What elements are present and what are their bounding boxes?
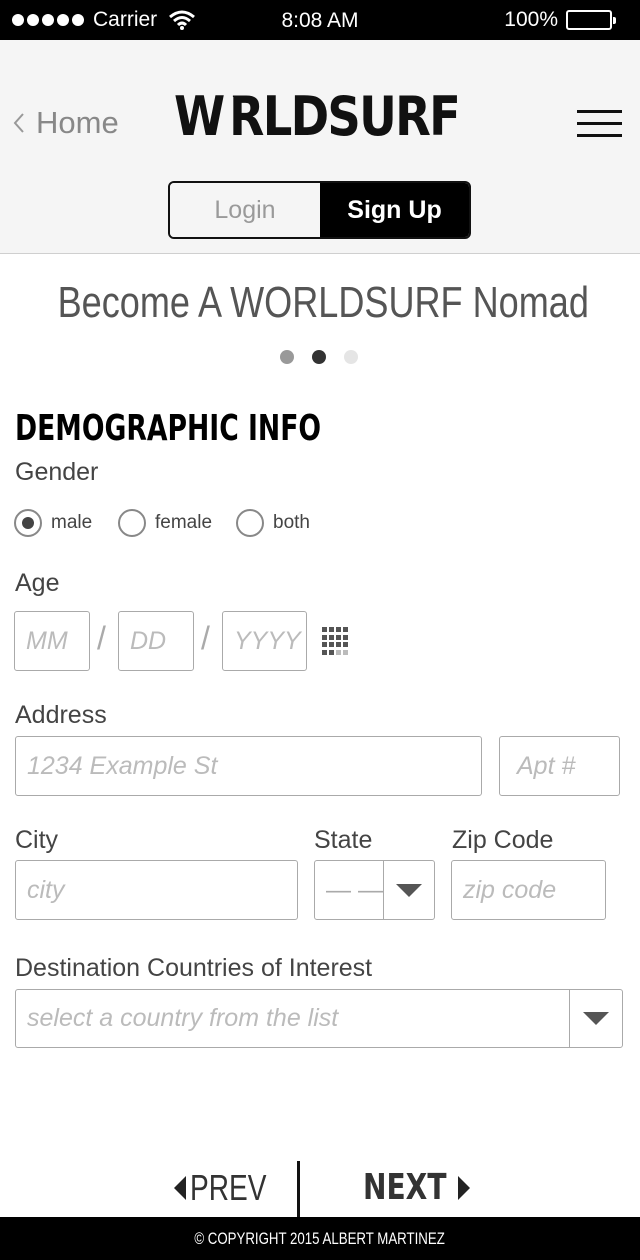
tab-login[interactable]: Login bbox=[170, 183, 320, 237]
zip-label: Zip Code bbox=[452, 826, 554, 854]
address-label: Address bbox=[15, 701, 107, 729]
next-button[interactable]: NEXT bbox=[363, 1167, 471, 1208]
status-bar: Carrier 8:08 AM 100% bbox=[0, 0, 640, 40]
status-right: 100% bbox=[504, 8, 616, 32]
footer: © COPYRIGHT 2015 ALBERT MARTINEZ bbox=[0, 1217, 640, 1260]
next-label: NEXT bbox=[363, 1167, 447, 1208]
countries-label: Destination Countries of Interest bbox=[15, 954, 373, 982]
step-indicator bbox=[280, 350, 358, 364]
country-select[interactable]: select a country from the list bbox=[15, 989, 571, 1048]
step-dot-2 bbox=[312, 350, 326, 364]
gender-option-male[interactable]: male bbox=[14, 509, 92, 537]
page-title: Become A WORLDSURF Nomad bbox=[57, 278, 589, 327]
app-header: Home W RLDSURF Login Sign Up bbox=[0, 40, 640, 254]
battery-percent: 100% bbox=[504, 8, 558, 31]
chevron-down-icon bbox=[396, 883, 422, 897]
prev-button[interactable]: PREV bbox=[174, 1167, 288, 1209]
copyright-text: © COPYRIGHT 2015 ALBERT MARTINEZ bbox=[194, 1228, 446, 1248]
radio-unchecked-icon bbox=[118, 509, 146, 537]
section-title: DEMOGRAPHIC INFO bbox=[15, 408, 322, 449]
back-home-link[interactable]: Home bbox=[12, 105, 119, 141]
birth-day-input[interactable]: DD bbox=[118, 611, 194, 671]
gender-label: Gender bbox=[15, 458, 99, 486]
gender-option-label: both bbox=[273, 512, 310, 533]
age-label: Age bbox=[15, 569, 60, 597]
date-separator: / bbox=[201, 620, 210, 656]
hamburger-menu-icon[interactable] bbox=[577, 110, 622, 138]
auth-toggle: Login Sign Up bbox=[168, 181, 471, 239]
country-dropdown-button[interactable] bbox=[569, 989, 623, 1048]
back-label: Home bbox=[36, 105, 119, 140]
city-input[interactable]: city bbox=[15, 860, 298, 920]
zip-code-input[interactable]: zip code bbox=[451, 860, 606, 920]
radio-checked-icon bbox=[14, 509, 42, 537]
triangle-left-icon bbox=[174, 1176, 186, 1200]
logo-text-w: W bbox=[174, 85, 225, 148]
apt-number-input[interactable]: Apt # bbox=[499, 736, 620, 796]
state-label: State bbox=[314, 826, 373, 854]
gender-option-label: female bbox=[155, 512, 213, 533]
date-separator: / bbox=[97, 620, 106, 656]
birth-month-input[interactable]: MM bbox=[14, 611, 90, 671]
radio-unchecked-icon bbox=[236, 509, 264, 537]
step-dot-3 bbox=[344, 350, 358, 364]
triangle-right-icon bbox=[458, 1175, 471, 1200]
battery-icon bbox=[566, 10, 616, 30]
chevron-left-icon bbox=[13, 113, 24, 133]
city-label: City bbox=[15, 826, 59, 854]
tab-signup[interactable]: Sign Up bbox=[320, 183, 469, 237]
worldsurf-logo[interactable]: W RLDSURF bbox=[174, 86, 466, 148]
gender-option-female[interactable]: female bbox=[118, 509, 212, 537]
street-address-input[interactable]: 1234 Example St bbox=[15, 736, 482, 796]
birth-year-input[interactable]: YYYY bbox=[222, 611, 307, 671]
gender-option-both[interactable]: both bbox=[236, 509, 310, 537]
prev-label: PREV bbox=[190, 1167, 267, 1208]
state-select[interactable]: — — bbox=[314, 860, 384, 920]
calendar-icon[interactable] bbox=[322, 627, 350, 655]
state-dropdown-button[interactable] bbox=[383, 860, 435, 920]
chevron-down-icon bbox=[583, 1012, 609, 1025]
logo-text-rest: RLDSURF bbox=[228, 85, 461, 148]
nav-divider bbox=[297, 1161, 300, 1217]
gender-option-label: male bbox=[51, 512, 93, 533]
logo-wordmark: W RLDSURF bbox=[174, 85, 461, 148]
step-dot-1 bbox=[280, 350, 294, 364]
